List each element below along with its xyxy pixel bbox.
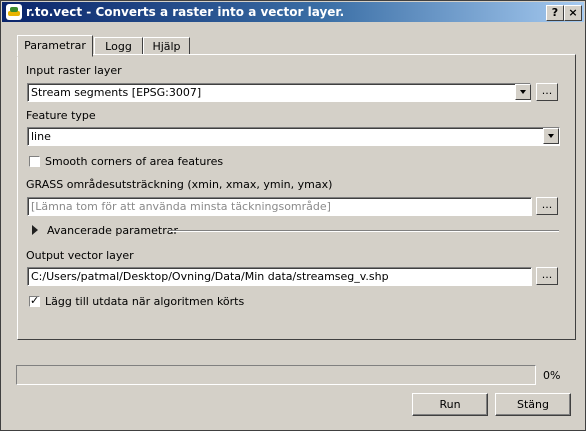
input-raster-label: Input raster layer [26, 64, 122, 77]
window-title: r.to.vect - Converts a raster into a vec… [26, 5, 345, 19]
tab-parametrar[interactable]: Parametrar [17, 35, 93, 57]
close-button[interactable]: Stäng [495, 393, 571, 416]
smooth-corners-label: Smooth corners of area features [45, 155, 224, 168]
region-label: GRASS områdesutsträckning (xmin, xmax, y… [26, 178, 333, 191]
region-browse-button[interactable]: ... [536, 197, 558, 215]
close-window-button[interactable]: × [564, 5, 582, 21]
feature-type-label: Feature type [26, 109, 96, 122]
progress-bar [16, 365, 536, 385]
smooth-corners-checkbox[interactable] [29, 156, 40, 167]
run-button[interactable]: Run [412, 393, 488, 416]
output-vector-browse-button[interactable]: ... [536, 267, 558, 285]
dialog-window: r.to.vect - Converts a raster into a vec… [0, 0, 586, 431]
feature-type-dropdown-arrow[interactable] [543, 128, 559, 144]
feature-type-select[interactable]: line [27, 127, 560, 146]
input-raster-select[interactable]: Stream segments [EPSG:3007] [27, 83, 531, 102]
add-output-label: Lägg till utdata när algoritmen körts [45, 295, 245, 308]
title-bar[interactable]: r.to.vect - Converts a raster into a vec… [2, 2, 584, 22]
expand-triangle-icon[interactable] [32, 225, 38, 235]
advanced-divider [169, 230, 559, 232]
grass-app-icon [6, 4, 22, 20]
input-raster-browse-button[interactable]: ... [536, 83, 558, 101]
output-vector-label: Output vector layer [26, 249, 134, 262]
input-raster-dropdown-arrow[interactable] [515, 84, 531, 100]
parameters-panel: Input raster layer Stream segments [EPSG… [17, 54, 576, 340]
add-output-checkbox[interactable] [29, 294, 40, 307]
progress-percent: 0% [543, 369, 561, 382]
region-input[interactable]: [Lämna tom för att använda minsta täckni… [27, 197, 532, 216]
help-button[interactable]: ? [546, 5, 564, 21]
output-vector-input[interactable]: C:/Users/patmal/Desktop/Ovning/Data/Min … [27, 267, 532, 286]
advanced-params-toggle[interactable]: Avancerade parametrar [47, 224, 178, 237]
